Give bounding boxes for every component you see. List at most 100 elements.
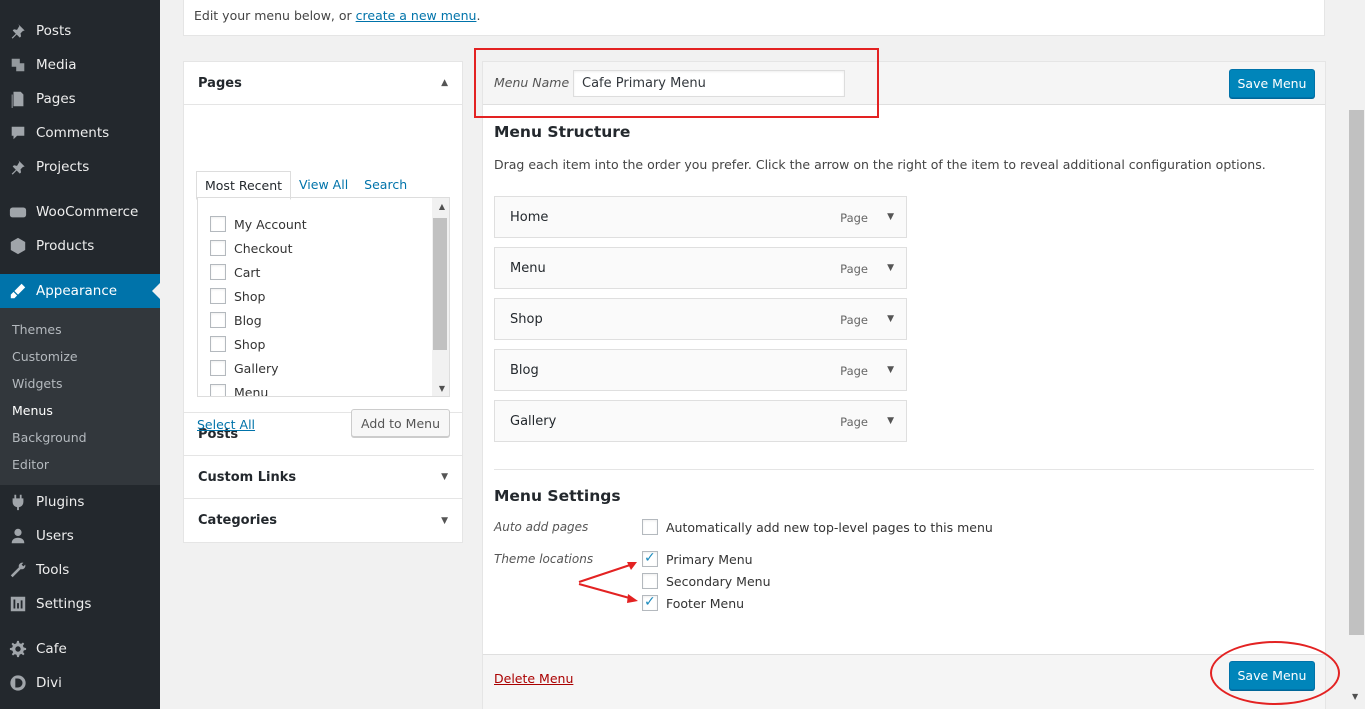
settings-icon <box>0 595 36 613</box>
sidebar-item-appearance[interactable]: Appearance <box>0 274 160 308</box>
pages-icon <box>0 90 36 108</box>
select-all-link[interactable]: Select All <box>197 417 255 432</box>
sidebar-item-projects[interactable]: Projects <box>0 150 160 184</box>
tab-search[interactable]: Search <box>356 171 415 200</box>
save-menu-button-top[interactable]: Save Menu <box>1229 69 1315 98</box>
annotation-arrows <box>578 562 638 603</box>
checklist-scrollbar[interactable]: ▲ ▼ <box>432 198 449 396</box>
user-icon <box>0 527 36 545</box>
list-item[interactable]: Shop <box>210 288 265 304</box>
sidebar-item-comments[interactable]: Comments <box>0 116 160 150</box>
checkbox[interactable] <box>210 240 226 256</box>
menu-item[interactable]: Shop Page ▼ <box>494 298 907 340</box>
menu-item[interactable]: Blog Page ▼ <box>494 349 907 391</box>
pin-icon <box>0 22 36 40</box>
checkmark-icon: ✓ <box>644 594 656 610</box>
item-dropdown-arrow-icon[interactable]: ▼ <box>887 365 894 375</box>
delete-menu-link[interactable]: Delete Menu <box>494 671 573 686</box>
checkbox[interactable] <box>210 216 226 232</box>
checkbox[interactable] <box>210 384 226 396</box>
page-scroll-thumb[interactable] <box>1349 110 1364 635</box>
categories-section-header[interactable]: Categories ▼ <box>184 499 462 542</box>
item-dropdown-arrow-icon[interactable]: ▼ <box>887 416 894 426</box>
submenu-menus[interactable]: Menus <box>12 403 53 418</box>
list-item[interactable]: Blog <box>210 312 262 328</box>
tab-view-all[interactable]: View All <box>291 171 356 200</box>
item-dropdown-arrow-icon[interactable]: ▼ <box>887 314 894 324</box>
divi-icon <box>0 674 36 692</box>
scroll-up-icon[interactable]: ▲ <box>439 202 445 211</box>
checkbox[interactable] <box>210 312 226 328</box>
sidebar-item-users[interactable]: Users <box>0 519 160 553</box>
comment-icon <box>0 124 36 142</box>
menu-footer: Delete Menu Save Menu <box>483 654 1325 709</box>
collapse-arrow-icon: ▲ <box>441 78 448 88</box>
checkmark-icon: ✓ <box>644 550 656 566</box>
sidebar-item-products[interactable]: Products <box>0 229 160 263</box>
media-icon <box>0 56 36 74</box>
sidebar-item-posts[interactable]: Posts <box>0 14 160 48</box>
sidebar-item-plugins[interactable]: Plugins <box>0 485 160 519</box>
list-item[interactable]: Cart <box>210 264 260 280</box>
auto-add-option[interactable]: Automatically add new top-level pages to… <box>642 519 993 535</box>
sidebar-item-cafe[interactable]: Cafe <box>0 632 160 666</box>
admin-sidebar: Posts Media Pages Comments Projects WooC… <box>0 0 160 709</box>
page-scrollbar[interactable]: ▼ <box>1348 0 1365 709</box>
location-primary-option[interactable]: ✓ Primary Menu <box>642 550 753 567</box>
scroll-down-icon[interactable]: ▼ <box>1352 692 1358 701</box>
sidebar-item-tools[interactable]: Tools <box>0 553 160 587</box>
sidebar-item-settings[interactable]: Settings <box>0 587 160 621</box>
checkbox[interactable] <box>210 288 226 304</box>
checkbox[interactable] <box>210 264 226 280</box>
auto-add-label: Auto add pages <box>494 520 589 534</box>
expand-arrow-icon: ▼ <box>441 515 448 526</box>
menu-item[interactable]: Home Page ▼ <box>494 196 907 238</box>
pages-checklist: My Account Checkout Cart Shop Blog Shop … <box>197 197 450 397</box>
list-item[interactable]: Checkout <box>210 240 292 256</box>
scroll-down-icon[interactable]: ▼ <box>439 384 445 393</box>
pages-section-body: Most Recent View All Search My Account C… <box>184 105 462 437</box>
menu-edit-panel: Menu Name Save Menu Menu Structure Drag … <box>482 61 1326 709</box>
auto-add-checkbox[interactable] <box>642 519 658 535</box>
custom-links-section-header[interactable]: Custom Links ▼ <box>184 456 462 499</box>
item-dropdown-arrow-icon[interactable]: ▼ <box>887 263 894 273</box>
divider <box>494 469 1314 470</box>
menu-item[interactable]: Gallery Page ▼ <box>494 400 907 442</box>
location-secondary-option[interactable]: Secondary Menu <box>642 573 771 589</box>
list-item[interactable]: Shop <box>210 336 265 352</box>
expand-arrow-icon: ▼ <box>441 472 448 482</box>
pages-section-header[interactable]: Pages ▲ <box>184 62 462 105</box>
sidebar-item-pages[interactable]: Pages <box>0 82 160 116</box>
create-new-menu-link[interactable]: create a new menu <box>356 8 477 23</box>
add-menu-items-panel: Pages ▲ Most Recent View All Search My A… <box>183 61 463 543</box>
menu-settings-title: Menu Settings <box>494 487 621 505</box>
checkbox[interactable] <box>210 336 226 352</box>
add-to-menu-button[interactable]: Add to Menu <box>351 409 450 437</box>
submenu-widgets[interactable]: Widgets <box>12 376 63 391</box>
appearance-submenu: Themes Customize Widgets Menus Backgroun… <box>0 308 160 485</box>
submenu-background[interactable]: Background <box>12 430 87 445</box>
checkbox[interactable] <box>210 360 226 376</box>
woo-icon <box>0 203 36 221</box>
item-dropdown-arrow-icon[interactable]: ▼ <box>887 212 894 222</box>
pages-tabs: Most Recent View All Search <box>196 171 415 200</box>
submenu-themes[interactable]: Themes <box>12 322 62 337</box>
scroll-thumb[interactable] <box>433 218 447 350</box>
annotation-ellipse <box>1210 641 1340 705</box>
menu-item[interactable]: Menu Page ▼ <box>494 247 907 289</box>
submenu-editor[interactable]: Editor <box>12 457 49 472</box>
tab-most-recent[interactable]: Most Recent <box>196 171 292 200</box>
manage-menus-bar: Edit your menu below, or create a new me… <box>183 0 1325 36</box>
list-item[interactable]: Gallery <box>210 360 279 376</box>
submenu-customize[interactable]: Customize <box>12 349 78 364</box>
location-footer-option[interactable]: ✓ Footer Menu <box>642 594 744 611</box>
pin-icon <box>0 158 36 176</box>
wrench-icon <box>0 561 36 579</box>
sidebar-item-divi[interactable]: Divi <box>0 666 160 700</box>
box-icon <box>0 237 36 255</box>
sidebar-item-woocommerce[interactable]: WooCommerce <box>0 195 160 229</box>
list-item[interactable]: My Account <box>210 216 307 232</box>
sidebar-item-media[interactable]: Media <box>0 48 160 82</box>
gear-icon <box>0 640 36 658</box>
list-item[interactable]: Menu <box>210 384 268 396</box>
